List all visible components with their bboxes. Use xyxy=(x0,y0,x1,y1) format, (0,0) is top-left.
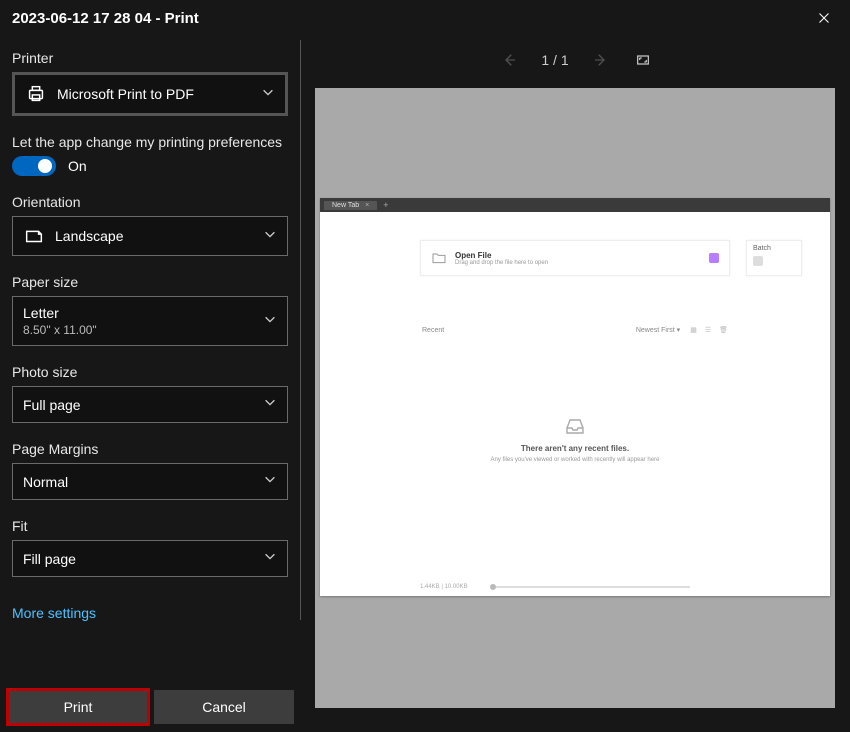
paper-size-label: Paper size xyxy=(12,274,288,290)
doc-tab: New Tab× xyxy=(324,201,377,210)
preview-canvas: New Tab× + Open File Drag and drop the f… xyxy=(315,88,835,708)
printer-icon xyxy=(25,83,47,105)
printer-value: Microsoft Print to PDF xyxy=(57,86,194,102)
open-action-icon xyxy=(709,253,719,263)
cancel-button[interactable]: Cancel xyxy=(154,690,294,724)
open-file-card: Open File Drag and drop the file here to… xyxy=(420,240,730,276)
trash-icon: 🗑 xyxy=(719,326,728,334)
photo-size-dropdown[interactable]: Full page xyxy=(12,386,288,423)
print-button[interactable]: Print xyxy=(8,690,148,724)
batch-card: Batch xyxy=(746,240,802,276)
orientation-value: Landscape xyxy=(55,228,124,244)
doc-slider xyxy=(490,586,690,589)
fit-dropdown[interactable]: Fill page xyxy=(12,540,288,577)
toggle-state: On xyxy=(68,158,87,174)
app-pref-toggle[interactable] xyxy=(12,156,56,176)
batch-icon xyxy=(753,256,763,266)
inbox-icon xyxy=(563,414,587,434)
empty-title: There aren't any recent files. xyxy=(420,444,730,453)
landscape-icon xyxy=(23,225,45,247)
recent-sort: Newest First ▾ xyxy=(636,326,680,334)
margins-dropdown[interactable]: Normal xyxy=(12,463,288,500)
fullscreen-icon[interactable] xyxy=(633,50,653,70)
next-page-icon[interactable] xyxy=(589,48,613,72)
sidebar-divider xyxy=(300,40,301,620)
window-title: 2023-06-12 17 28 04 - Print xyxy=(12,10,199,27)
orientation-label: Orientation xyxy=(12,194,288,210)
photo-size-label: Photo size xyxy=(12,364,288,380)
close-icon[interactable] xyxy=(814,8,834,28)
recent-label: Recent xyxy=(422,327,444,334)
list-view-icon: ☰ xyxy=(705,326,711,334)
folder-icon xyxy=(431,250,447,266)
chevron-down-icon xyxy=(263,312,277,331)
paper-size-dropdown[interactable]: Letter 8.50" x 11.00" xyxy=(12,296,288,346)
paper-value: Letter xyxy=(23,305,97,321)
orientation-dropdown[interactable]: Landscape xyxy=(12,216,288,256)
fit-label: Fit xyxy=(12,518,288,534)
plus-icon: + xyxy=(383,200,388,210)
printer-dropdown[interactable]: Microsoft Print to PDF xyxy=(12,72,288,116)
chevron-down-icon xyxy=(263,472,277,491)
chevron-down-icon xyxy=(263,227,277,246)
photo-value: Full page xyxy=(23,397,81,413)
app-pref-label: Let the app change my printing preferenc… xyxy=(12,134,288,150)
paper-sub: 8.50" x 11.00" xyxy=(23,323,97,337)
doc-footer-text: 1.44KB | 10.00KB xyxy=(420,584,468,590)
chevron-down-icon xyxy=(263,549,277,568)
chevron-down-icon xyxy=(263,395,277,414)
page-indicator: 1 / 1 xyxy=(541,52,568,68)
empty-sub: Any files you've viewed or worked with r… xyxy=(420,457,730,463)
chevron-down-icon xyxy=(261,85,275,104)
document-preview: New Tab× + Open File Drag and drop the f… xyxy=(320,198,830,596)
margins-label: Page Margins xyxy=(12,441,288,457)
margins-value: Normal xyxy=(23,474,68,490)
fit-value: Fill page xyxy=(23,551,76,567)
more-settings-link[interactable]: More settings xyxy=(12,605,96,621)
grid-view-icon: ▦ xyxy=(690,326,697,334)
printer-label: Printer xyxy=(12,50,288,66)
prev-page-icon[interactable] xyxy=(497,48,521,72)
